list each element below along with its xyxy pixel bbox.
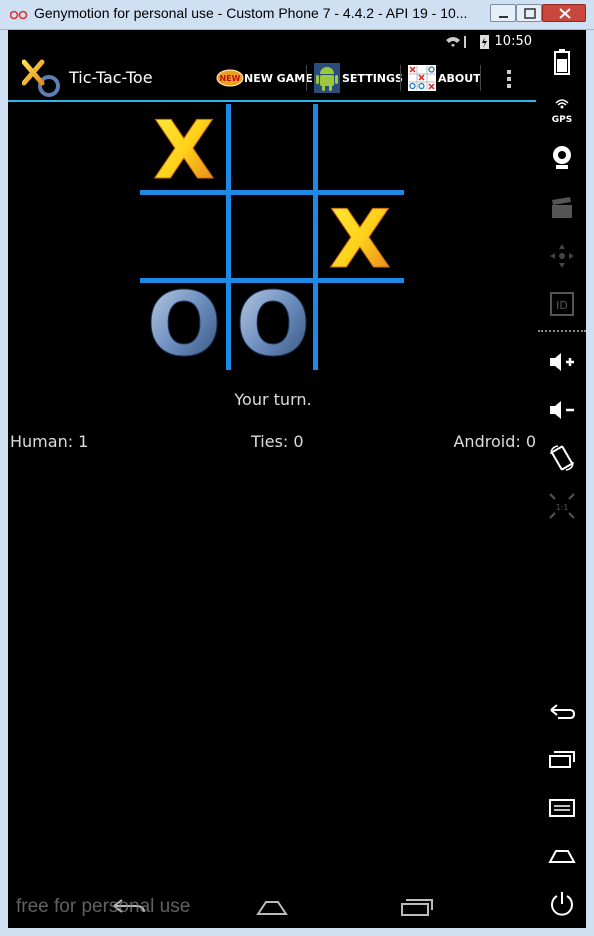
- watermark-text: free for personal use: [16, 896, 191, 917]
- sidebar-home-button[interactable]: [542, 838, 582, 874]
- board-cell[interactable]: X: [142, 106, 226, 190]
- svg-text:NEW: NEW: [220, 74, 241, 83]
- video-capture-icon: [552, 197, 572, 218]
- board-cell[interactable]: [231, 106, 315, 190]
- overflow-menu-icon[interactable]: [502, 67, 516, 89]
- webcam-icon: [553, 146, 571, 169]
- recent-apps-icon: [549, 751, 575, 768]
- o-mark: O: [146, 283, 222, 367]
- minimize-icon: [499, 16, 508, 18]
- id-icon: ID: [550, 292, 574, 316]
- maximize-icon: [524, 8, 536, 19]
- close-button[interactable]: [542, 4, 586, 22]
- phone-screen: 10:50 Tic-Tac-Toe NEW NEW GAME SETTINGS …: [8, 30, 538, 928]
- sidebar-power-button[interactable]: [542, 886, 582, 922]
- rotate-icon: [550, 445, 574, 471]
- score-row: Human: 1 Ties: 0 Android: 0: [8, 432, 538, 454]
- status-clock: 10:50: [494, 34, 532, 49]
- settings-button[interactable]: SETTINGS: [314, 61, 403, 95]
- window-frame-bottom: [0, 928, 594, 936]
- ties-score: Ties: 0: [251, 432, 304, 451]
- id-label: ID: [556, 299, 568, 312]
- volume-down-button[interactable]: [542, 392, 582, 428]
- board-cell[interactable]: [231, 195, 315, 279]
- gps-button[interactable]: GPS: [542, 94, 582, 130]
- new-game-label: NEW GAME: [244, 71, 313, 85]
- volume-up-icon: [550, 353, 574, 371]
- o-mark: O: [235, 283, 311, 367]
- status-icons: [446, 35, 489, 49]
- home-icon: [548, 850, 576, 863]
- maximize-button[interactable]: [516, 4, 542, 22]
- minimize-button[interactable]: [490, 4, 516, 22]
- dpad-icon: [550, 244, 574, 268]
- board-cell[interactable]: [318, 283, 402, 367]
- genymotion-logo-icon: [10, 10, 28, 20]
- about-button[interactable]: ABOUT: [408, 61, 481, 95]
- window-title: Genymotion for personal use - Custom Pho…: [34, 5, 468, 21]
- board-cell[interactable]: O: [231, 283, 315, 367]
- android-icon: [314, 63, 340, 93]
- volume-down-icon: [550, 401, 574, 419]
- sidebar-recent-apps-button[interactable]: [542, 742, 582, 778]
- x-mark-glyph: X: [153, 106, 215, 190]
- id-button[interactable]: ID: [542, 286, 582, 322]
- window-frame-right: [586, 30, 594, 936]
- game-board: X X O O: [140, 104, 404, 370]
- gps-icon: GPS: [552, 99, 572, 125]
- rotate-button[interactable]: [542, 440, 582, 476]
- power-icon: [551, 892, 573, 916]
- x-mark-glyph: X: [329, 195, 391, 279]
- sidebar-back-button[interactable]: [542, 694, 582, 730]
- action-bar: Tic-Tac-Toe NEW NEW GAME SETTINGS ABOUT: [8, 55, 538, 101]
- settings-label: SETTINGS: [342, 71, 403, 85]
- signal-icon: [464, 36, 466, 48]
- volume-up-button[interactable]: [542, 344, 582, 380]
- pixel-perfect-label: 1:1: [556, 503, 569, 512]
- app-logo-icon[interactable]: [22, 59, 62, 97]
- board-cell[interactable]: O: [142, 283, 226, 367]
- menu-divider: [480, 65, 481, 91]
- recent-apps-icon[interactable]: [398, 896, 434, 918]
- tictactoe-grid-icon: [408, 65, 436, 91]
- new-game-button[interactable]: NEW NEW GAME: [216, 61, 313, 95]
- window-frame-left: [0, 30, 8, 936]
- gps-label: GPS: [552, 115, 572, 125]
- webcam-button[interactable]: [542, 140, 582, 176]
- close-icon: [559, 8, 571, 19]
- battery-icon: [554, 49, 570, 75]
- battery-button[interactable]: [542, 44, 582, 80]
- android-score: Android: 0: [453, 432, 536, 451]
- dpad-button[interactable]: [542, 238, 582, 274]
- window-title-bar[interactable]: Genymotion for personal use - Custom Pho…: [0, 0, 594, 30]
- genymotion-sidebar: GPS ID 1:1: [538, 30, 586, 928]
- sidebar-divider: [538, 330, 586, 332]
- menu-divider: [306, 65, 307, 91]
- wifi-icon: [446, 37, 460, 47]
- back-icon: [550, 704, 576, 719]
- status-bar: 10:50: [8, 30, 538, 55]
- board-cell[interactable]: [142, 195, 226, 279]
- app-title: Tic-Tac-Toe: [69, 68, 153, 87]
- turn-message: Your turn.: [234, 390, 312, 409]
- board-cell[interactable]: X: [318, 195, 402, 279]
- pixel-perfect-icon: 1:1: [549, 493, 575, 519]
- menu-icon: [549, 799, 575, 817]
- x-mark: X: [329, 195, 392, 279]
- about-label: ABOUT: [438, 71, 481, 85]
- human-score: Human: 1: [10, 432, 89, 451]
- o-mark-glyph: O: [147, 283, 222, 367]
- sidebar-menu-button[interactable]: [542, 790, 582, 826]
- pixel-perfect-button[interactable]: 1:1: [542, 488, 582, 524]
- new-badge-icon: NEW: [216, 69, 244, 87]
- video-capture-button[interactable]: [542, 190, 582, 226]
- board-cell[interactable]: [318, 106, 402, 190]
- home-icon[interactable]: [254, 896, 290, 918]
- menu-divider: [400, 65, 401, 91]
- action-bar-underline: [8, 100, 536, 102]
- x-mark: X: [153, 106, 216, 190]
- o-mark-glyph: O: [236, 283, 311, 367]
